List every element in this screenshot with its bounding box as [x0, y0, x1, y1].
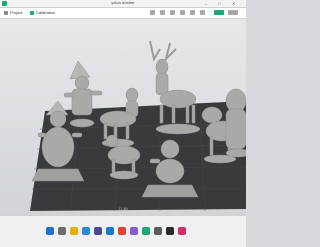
multi-device-icon[interactable]: [180, 10, 185, 15]
folder-icon: [4, 10, 8, 15]
tab-calibration-label: Calibration: [36, 10, 56, 15]
project-icon[interactable]: [190, 10, 195, 15]
prepare-icon[interactable]: [150, 10, 155, 15]
print-button[interactable]: [228, 10, 238, 15]
terminal-icon[interactable]: [166, 227, 174, 235]
mail-icon[interactable]: [106, 227, 114, 235]
photos-icon[interactable]: [130, 227, 138, 235]
far-right-figure: [225, 88, 246, 158]
calibration-icon: [30, 10, 34, 15]
start-icon[interactable]: [46, 227, 54, 235]
slicer-icon[interactable]: [142, 227, 150, 235]
browser-icon[interactable]: [82, 227, 90, 235]
settings-icon[interactable]: [154, 227, 162, 235]
tab-project[interactable]: Project: [4, 9, 22, 17]
minimize-button[interactable]: –: [205, 1, 207, 6]
plate-number-label: ☐ 1/1: [119, 207, 128, 211]
tab-project-label: Project: [10, 10, 23, 15]
title-bar: yukon-reindeer – □ ✕: [0, 0, 246, 8]
main-toolbar: Project Calibration: [0, 8, 246, 19]
build-plate-scene: [30, 40, 246, 212]
preview-icon[interactable]: [160, 10, 165, 15]
search-icon[interactable]: [58, 227, 66, 235]
files-icon[interactable]: [70, 227, 78, 235]
maximize-button[interactable]: □: [218, 1, 220, 6]
3d-viewport[interactable]: ☐ 1/1: [0, 19, 246, 215]
store-icon[interactable]: [94, 227, 102, 235]
chrome-icon[interactable]: [118, 227, 126, 235]
slice-button[interactable]: [214, 10, 224, 15]
tab-calibration[interactable]: Calibration: [30, 9, 55, 17]
window-title: yukon-reindeer: [111, 1, 135, 5]
close-button[interactable]: ✕: [232, 1, 235, 6]
music-icon[interactable]: [178, 227, 186, 235]
device-icon[interactable]: [170, 10, 175, 15]
os-taskbar: [0, 215, 246, 247]
calibration-tool-icon[interactable]: [200, 10, 205, 15]
